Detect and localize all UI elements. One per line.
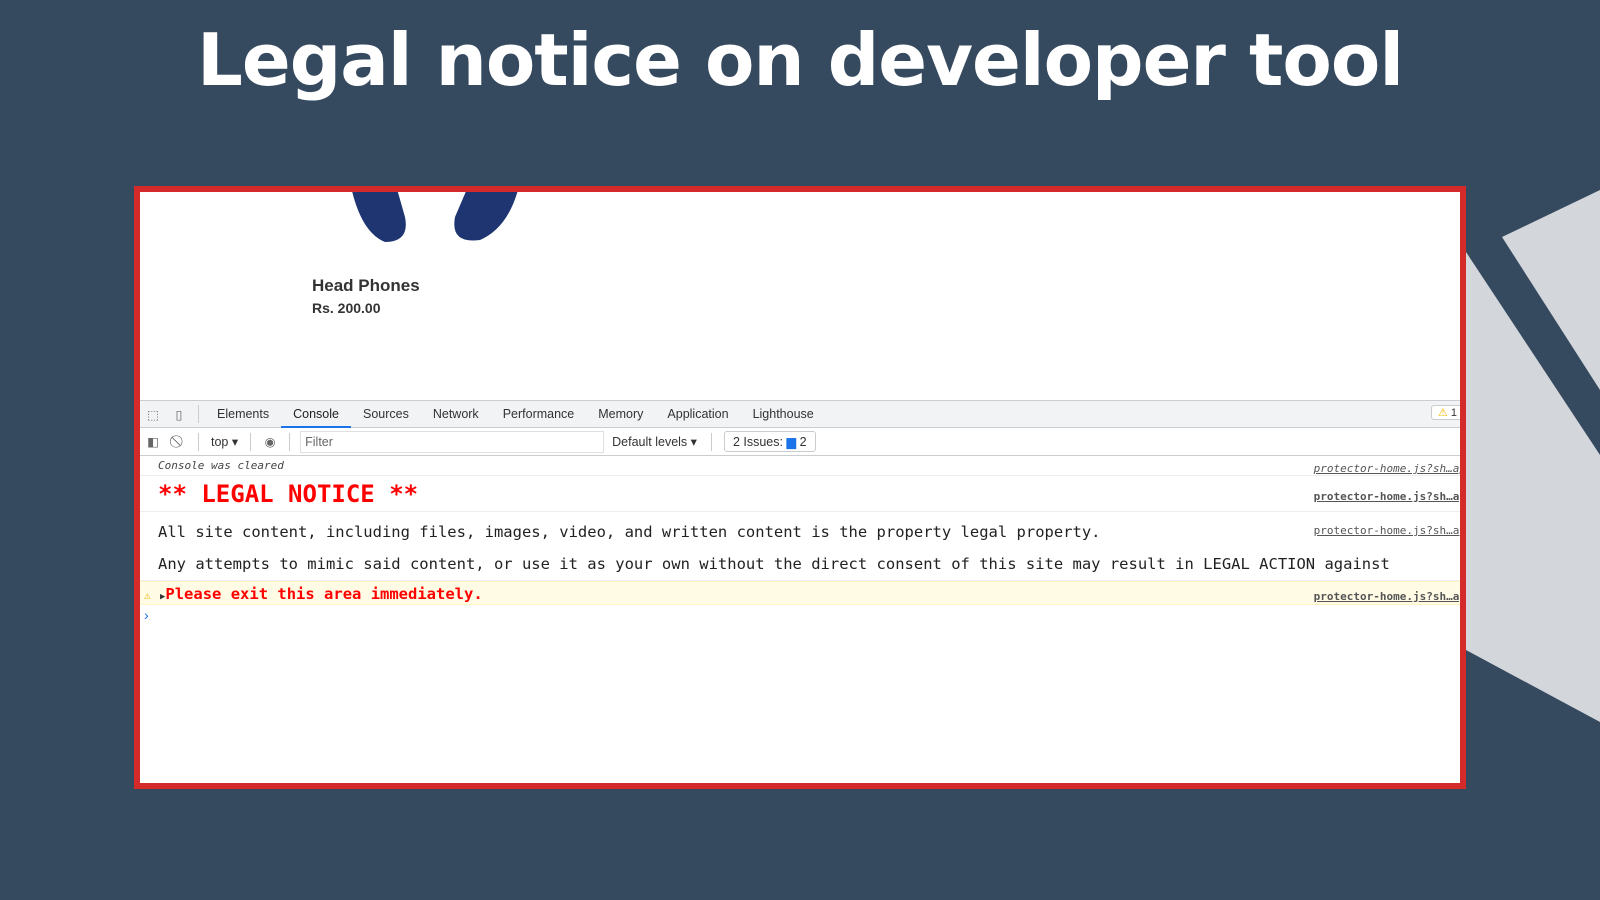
console-toolbar: ◧ ⃠ top ▾ ◉ Filter Default levels ▾ 2 Is…	[140, 428, 1460, 456]
source-link[interactable]: protector-home.js?sh…ap	[1314, 515, 1460, 547]
console-message-legal-heading: ** LEGAL NOTICE ** protector-home.js?sh…a…	[140, 476, 1460, 512]
product-name[interactable]: Head Phones	[312, 276, 420, 296]
levels-dropdown[interactable]: Default levels ▾	[604, 434, 705, 449]
divider	[198, 405, 199, 423]
warning-icon: ⚠	[144, 589, 151, 602]
divider	[710, 432, 712, 451]
tab-network[interactable]: Network	[421, 401, 491, 428]
tab-console[interactable]: Console	[281, 401, 351, 428]
filter-input[interactable]: Filter	[300, 430, 605, 453]
issues-button[interactable]: 2 Issues: ▆ 2	[723, 431, 816, 452]
console-warning: ⚠ ▶Please exit this area immediately. pr…	[140, 581, 1460, 605]
web-page: Head Phones Rs. 200.00	[140, 192, 1460, 400]
tab-performance[interactable]: Performance	[491, 401, 587, 428]
source-link[interactable]: protector-home.js?sh…ap	[1314, 479, 1460, 515]
divider	[289, 432, 291, 451]
clear-console-icon[interactable]: ⃠	[166, 428, 192, 455]
device-toolbar-icon[interactable]: ▯	[166, 401, 192, 428]
headphones-image	[352, 192, 518, 242]
source-link[interactable]: protector-home.js?sh…ap	[1314, 585, 1460, 609]
divider	[198, 432, 199, 451]
devtools-tabbar: ⬚ ▯ Elements Console Sources Network Per…	[140, 400, 1460, 428]
inspect-element-icon[interactable]: ⬚	[140, 401, 166, 428]
live-expression-eye-icon[interactable]: ◉	[257, 428, 283, 455]
tab-application[interactable]: Application	[655, 401, 740, 428]
tab-memory[interactable]: Memory	[586, 401, 655, 428]
sidebar-toggle-icon[interactable]: ◧	[140, 428, 166, 455]
tab-lighthouse[interactable]: Lighthouse	[741, 401, 826, 428]
console-message-legal-text: All site content, including files, image…	[140, 512, 1460, 581]
tab-sources[interactable]: Sources	[351, 401, 421, 428]
issues-icon: ▆	[786, 435, 797, 449]
slide-title: Legal notice on developer tool	[196, 18, 1404, 102]
warning-icon: ⚠	[1437, 407, 1448, 419]
context-select[interactable]: top ▾	[205, 434, 244, 449]
browser-screenshot: Head Phones Rs. 200.00 ⬚ ▯ Elements Cons…	[134, 186, 1466, 789]
console-prompt[interactable]: ›	[140, 605, 1460, 625]
tab-elements[interactable]: Elements	[205, 401, 281, 428]
divider	[250, 432, 252, 451]
product-price: Rs. 200.00	[312, 300, 381, 316]
console-message-cleared: Console was cleared protector-home.js?sh……	[140, 456, 1460, 476]
warning-count-badge[interactable]: ⚠ 1	[1430, 405, 1460, 420]
